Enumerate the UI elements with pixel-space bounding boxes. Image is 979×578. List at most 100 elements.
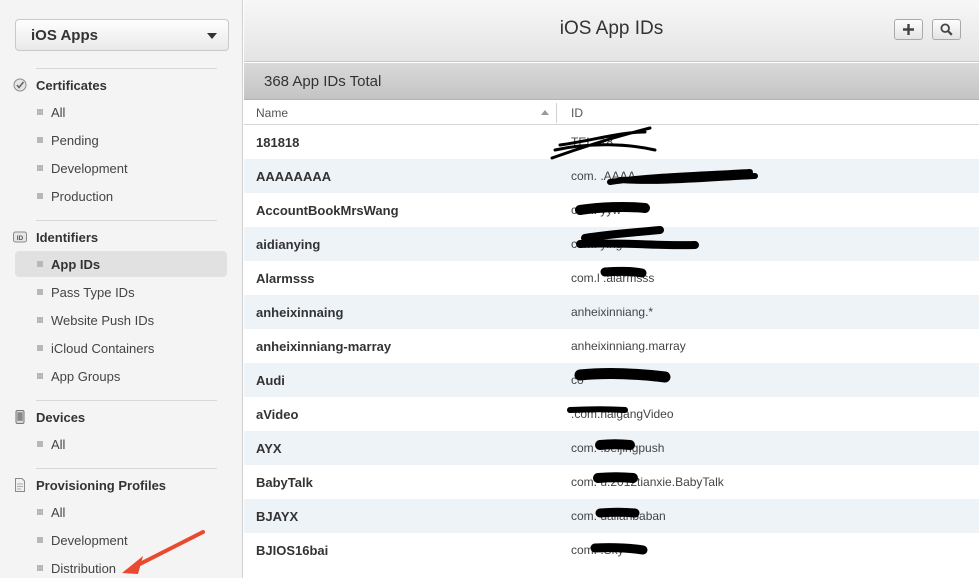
app-name: anheixinniang-marray — [256, 339, 392, 354]
divider — [36, 400, 217, 401]
app-bundle-id: com. ying — [571, 237, 623, 251]
bullet — [37, 373, 43, 379]
bullet — [37, 137, 43, 143]
document-icon — [13, 478, 27, 492]
section-label: Provisioning Profiles — [36, 477, 167, 493]
sidebar-item-devices-all[interactable]: All — [15, 431, 227, 457]
app-name: aidianying — [256, 237, 321, 252]
sidebar-item-app-groups[interactable]: App Groups — [15, 363, 227, 389]
sidebar-item-label: Website Push IDs — [51, 312, 155, 328]
bullet — [37, 261, 43, 267]
app-bundle-id: com.l .alarmsss — [571, 271, 655, 285]
sidebar-item-label: App Groups — [51, 368, 121, 384]
sidebar-item-profiles-development[interactable]: Development — [15, 527, 227, 553]
section-label: Identifiers — [36, 229, 99, 245]
app-name: BJIOS16bai — [256, 543, 329, 558]
app-bundle-id: com. u.2012tianxie.BabyTalk — [571, 475, 724, 489]
sidebar-item-pass-type-ids[interactable]: Pass Type IDs — [15, 279, 227, 305]
sidebar-item-icloud-containers[interactable]: iCloud Containers — [15, 335, 227, 361]
sidebar-item-label: App IDs — [51, 256, 101, 272]
app-bundle-id: com. .Sky — [571, 543, 624, 557]
divider — [36, 220, 217, 221]
app-id-table: 181818 TEL. 18 AAAAAAAA com. .AAAA Account… — [244, 125, 979, 567]
divider — [36, 468, 217, 469]
table-row[interactable]: AccountBookMrsWang com. yyw — [244, 193, 979, 227]
sidebar-item-profiles-distribution[interactable]: Distribution — [15, 555, 227, 578]
sidebar-item-app-ids[interactable]: App IDs — [15, 251, 227, 277]
app-bundle-id: com. .beijingpush — [571, 441, 665, 455]
sidebar-item-website-push-ids[interactable]: Website Push IDs — [15, 307, 227, 333]
bullet — [37, 441, 43, 447]
app-name: Audi — [256, 373, 285, 388]
page-header: iOS App IDs — [244, 0, 979, 62]
app-bundle-id: com. yyw — [571, 203, 622, 217]
platform-select[interactable]: iOS Apps — [15, 19, 229, 51]
sidebar-item-certificates-all[interactable]: All — [15, 99, 227, 125]
sidebar-item-label: Development — [51, 160, 128, 176]
bullet — [37, 109, 43, 115]
certificate-icon — [13, 78, 27, 92]
section-certificates: Certificates — [13, 75, 107, 95]
app-bundle-id: anheixinniang.marray — [571, 339, 686, 353]
table-row[interactable]: AAAAAAAA com. .AAAA — [244, 159, 979, 193]
table-row[interactable]: BJAYX com. dalianbaban — [244, 499, 979, 533]
section-label: Devices — [36, 409, 86, 425]
divider — [36, 68, 217, 69]
main-panel: iOS App IDs 368 App IDs Total Name ID 18… — [244, 0, 979, 578]
app-bundle-id: .com.haigangVideo — [571, 407, 674, 421]
summary-bar: 368 App IDs Total — [244, 63, 979, 100]
sidebar-item-label: Pending — [51, 132, 99, 148]
sidebar-item-label: Production — [51, 188, 114, 204]
app-ids-total: 368 App IDs Total — [264, 73, 382, 90]
table-row[interactable]: anheixinniang-marray anheixinniang.marray — [244, 329, 979, 363]
sidebar-item-profiles-all[interactable]: All — [15, 499, 227, 525]
table-row[interactable]: AYX com. .beijingpush — [244, 431, 979, 465]
app-bundle-id: com. dalianbaban — [571, 509, 666, 523]
table-header: Name ID — [244, 101, 979, 125]
bullet — [37, 565, 43, 571]
plus-icon — [903, 24, 914, 35]
add-app-id-button[interactable] — [894, 19, 923, 40]
chevron-down-icon — [207, 33, 217, 39]
table-row[interactable]: aidianying com. ying — [244, 227, 979, 261]
sidebar-item-certificates-production[interactable]: Production — [15, 183, 227, 209]
sidebar-item-label: Pass Type IDs — [51, 284, 135, 300]
app-bundle-id: TEL. 18 — [571, 135, 614, 149]
app-name: AYX — [256, 441, 282, 456]
app-name: AAAAAAAA — [256, 169, 332, 184]
bullet — [37, 345, 43, 351]
column-header-id[interactable]: ID — [571, 106, 583, 120]
column-separator — [556, 103, 557, 123]
bullet — [37, 537, 43, 543]
platform-select-label: iOS Apps — [31, 26, 98, 44]
bullet — [37, 165, 43, 171]
app-name: aVideo — [256, 407, 299, 422]
id-badge-icon: ID — [13, 230, 27, 244]
app-name: 181818 — [256, 135, 300, 150]
sidebar-item-label: iCloud Containers — [51, 340, 155, 356]
page-title: iOS App IDs — [559, 18, 664, 39]
sidebar: iOS Apps Certificates All Pending Develo… — [0, 0, 243, 578]
table-row[interactable]: BabyTalk com. u.2012tianxie.BabyTalk — [244, 465, 979, 499]
sidebar-item-certificates-development[interactable]: Development — [15, 155, 227, 181]
sidebar-item-certificates-pending[interactable]: Pending — [15, 127, 227, 153]
app-name: AccountBookMrsWang — [256, 203, 399, 218]
app-name: anheixinnaing — [256, 305, 344, 320]
app-name: Alarmsss — [256, 271, 315, 286]
bullet — [37, 317, 43, 323]
column-header-name[interactable]: Name — [256, 106, 288, 120]
section-label: Certificates — [36, 77, 107, 93]
table-row[interactable]: BJIOS16bai com. .Sky — [244, 533, 979, 567]
device-icon — [13, 410, 27, 424]
table-row[interactable]: Alarmsss com.l .alarmsss — [244, 261, 979, 295]
table-row[interactable]: aVideo .com.haigangVideo — [244, 397, 979, 431]
search-icon — [940, 23, 953, 36]
search-button[interactable] — [932, 19, 961, 40]
app-bundle-id: co — [571, 373, 584, 387]
section-provisioning-profiles: Provisioning Profiles — [13, 475, 166, 495]
sidebar-item-label: All — [51, 104, 66, 120]
table-row[interactable]: anheixinnaing anheixinniang.* — [244, 295, 979, 329]
app-bundle-id: anheixinniang.* — [571, 305, 654, 319]
table-row[interactable]: 181818 TEL. 18 — [244, 125, 979, 159]
table-row[interactable]: Audi co — [244, 363, 979, 397]
